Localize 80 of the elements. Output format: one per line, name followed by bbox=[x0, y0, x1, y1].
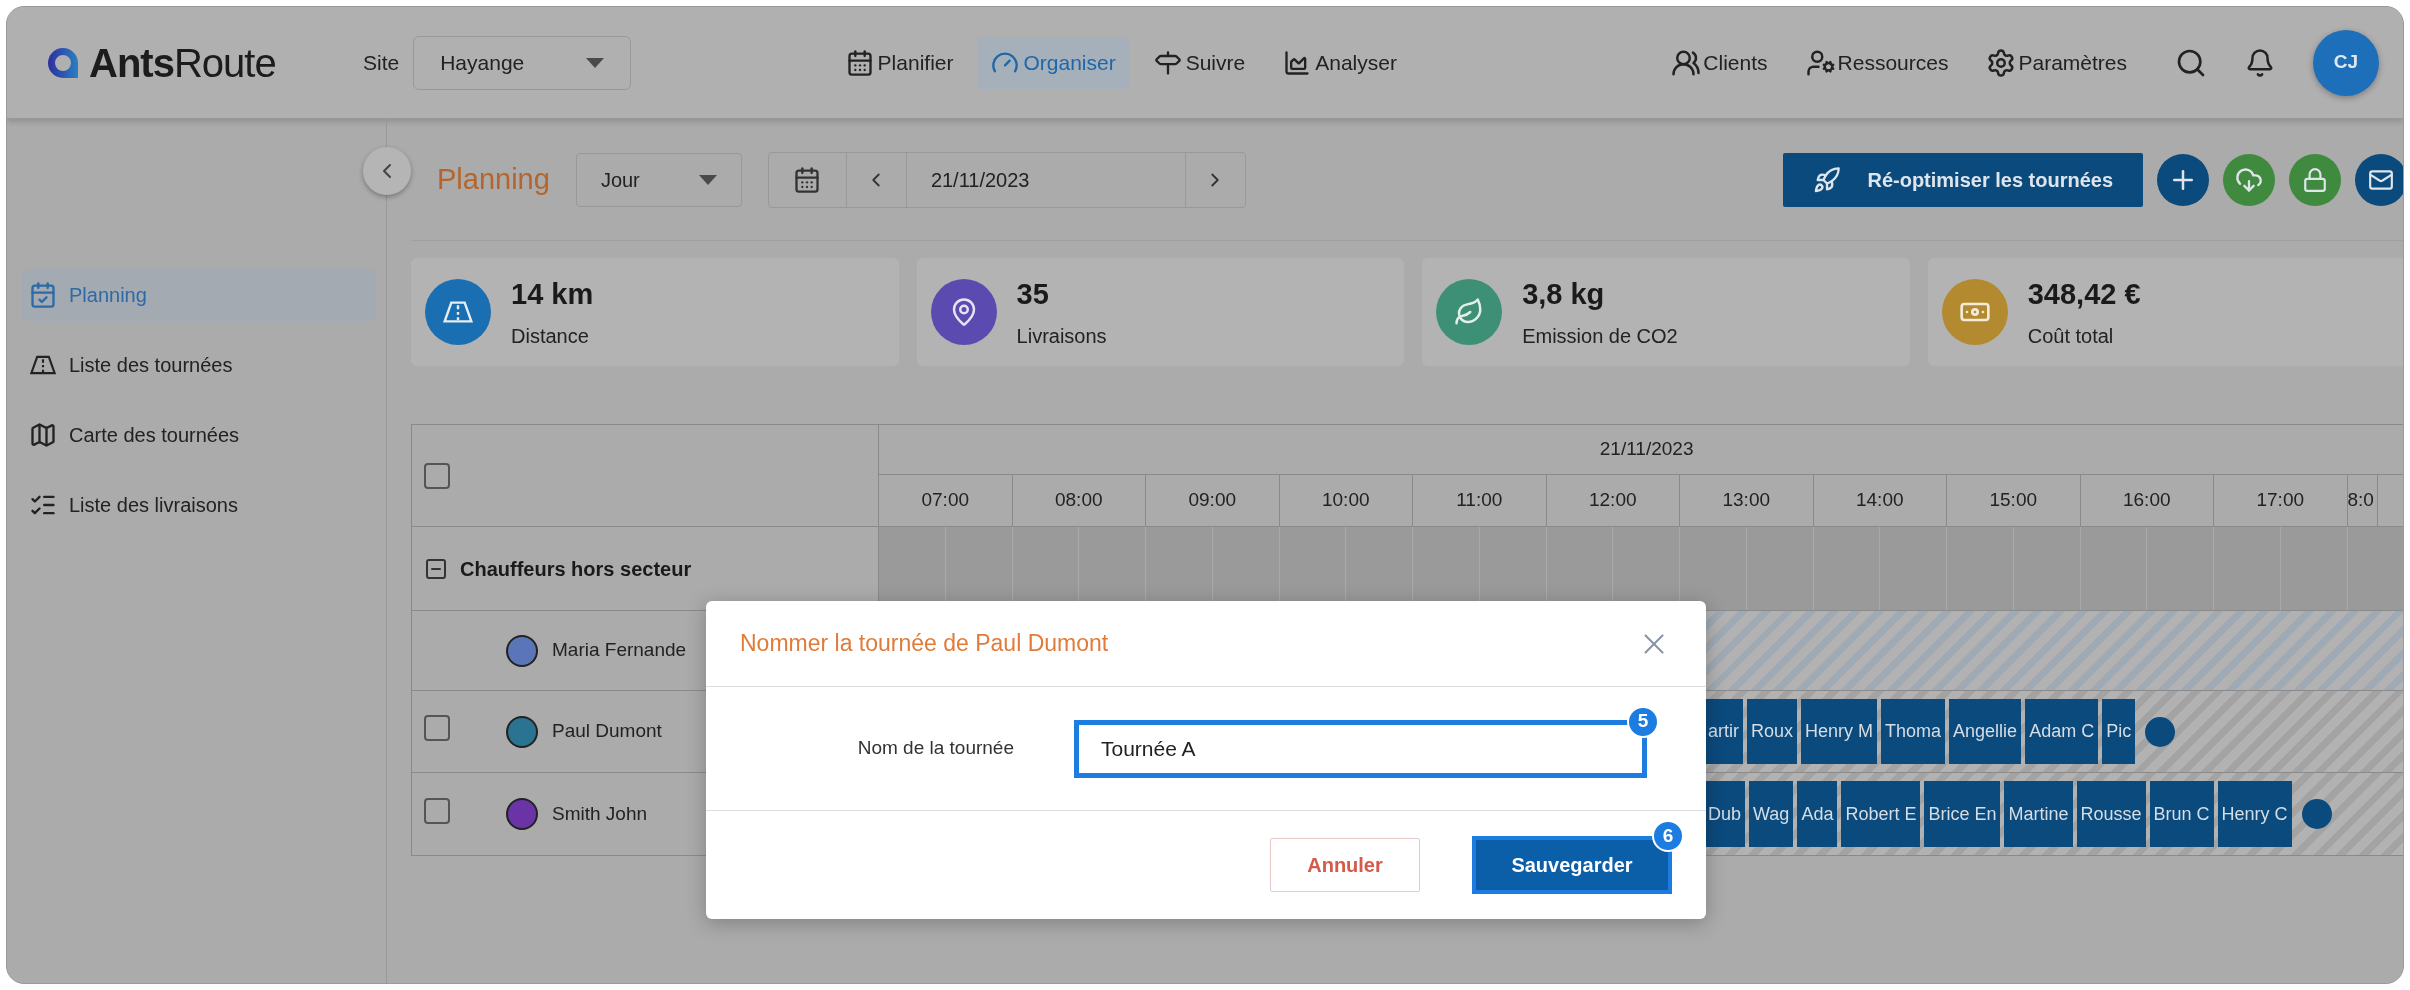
stat-label: Coût total bbox=[2027, 323, 2115, 349]
delivery-block[interactable]: Brice En bbox=[1924, 781, 2001, 847]
cancel-button[interactable]: Annuler bbox=[1270, 838, 1420, 892]
hour-label: 15:00 bbox=[1989, 488, 2037, 513]
delivery-block[interactable]: Henry M bbox=[1801, 699, 1878, 764]
collapse-sidebar-button[interactable] bbox=[363, 147, 411, 195]
rocket-icon bbox=[1813, 165, 1842, 194]
delivery-block[interactable]: artir bbox=[1704, 699, 1743, 764]
delivery-block[interactable]: Ada bbox=[1797, 781, 1838, 847]
hour-label: 07:00 bbox=[921, 488, 969, 513]
stat-value: 348,42 € bbox=[2027, 277, 2141, 313]
hour-label: 17:00 bbox=[2256, 488, 2304, 513]
hour-label: 08:00 bbox=[1054, 488, 1103, 513]
delivery-block[interactable]: Roux bbox=[1747, 699, 1798, 764]
timeline-date: 21/11/2023 bbox=[1599, 437, 1694, 462]
chart-icon bbox=[1283, 48, 1312, 77]
delivery-block[interactable]: Thoma bbox=[1881, 699, 1946, 764]
driver-name: Smith John bbox=[552, 801, 648, 826]
stat-value: 14 km bbox=[511, 277, 594, 313]
hour-label: 13:00 bbox=[1722, 488, 1770, 513]
logo-wordmark: AntsRoute bbox=[89, 39, 276, 87]
driver-name: Paul Dumont bbox=[552, 719, 662, 744]
step-badge: 6 bbox=[1652, 820, 1684, 852]
hour-label: 10:00 bbox=[1321, 488, 1370, 513]
stat-label: Distance bbox=[511, 323, 590, 349]
header-link[interactable]: Clients bbox=[1671, 46, 1768, 79]
nav-tab[interactable]: Analyser bbox=[1269, 36, 1411, 89]
delivery-block[interactable]: Angellie bbox=[1949, 699, 2022, 764]
checkbox[interactable] bbox=[424, 462, 450, 489]
driver-name: Maria Fernande bbox=[552, 638, 687, 663]
delivery-block[interactable]: Rousse bbox=[2076, 781, 2146, 847]
calendar-icon bbox=[845, 48, 874, 77]
header-link[interactable]: Paramètres bbox=[1986, 46, 2127, 79]
delivery-block[interactable]: Brun C bbox=[2149, 781, 2214, 847]
checkbox[interactable] bbox=[424, 797, 450, 824]
delivery-block[interactable]: Robert E bbox=[1841, 781, 1921, 847]
hour-label: 16:00 bbox=[2122, 488, 2171, 513]
sidebar-item[interactable]: Liste des tournées bbox=[21, 339, 376, 391]
site-label: Site bbox=[363, 49, 400, 76]
calendar-check-icon bbox=[29, 281, 57, 309]
signpost-icon bbox=[1153, 48, 1182, 77]
delivery-block[interactable]: Pic bbox=[2102, 699, 2136, 764]
caret-icon bbox=[698, 174, 717, 185]
view-dropdown[interactable]: Jour bbox=[575, 152, 742, 207]
sidebar-item[interactable]: Liste des livraisons bbox=[21, 479, 376, 531]
stat-label: Emission de CO2 bbox=[1522, 323, 1678, 349]
hour-label: 12:00 bbox=[1588, 488, 1637, 513]
hour-label: 14:00 bbox=[1855, 488, 1904, 513]
collapse-group-icon[interactable] bbox=[424, 556, 448, 581]
map-icon bbox=[29, 421, 57, 449]
stat-value: 3,8 kg bbox=[1522, 277, 1606, 313]
hour-label: 8:0 bbox=[2347, 488, 2374, 513]
step-badge: 5 bbox=[1627, 705, 1659, 738]
lock-icon bbox=[2302, 166, 2329, 193]
field-label: Nom de la tournée bbox=[856, 736, 1015, 761]
hour-label: 09:00 bbox=[1188, 488, 1236, 513]
stat-label: Livraisons bbox=[1016, 323, 1107, 349]
group-label: Chauffeurs hors secteur bbox=[460, 556, 692, 582]
caret-icon bbox=[586, 57, 605, 68]
email-button[interactable] bbox=[2355, 153, 2403, 206]
delivery-block[interactable]: Martine bbox=[2004, 781, 2073, 847]
header-link[interactable]: Ressources bbox=[1805, 46, 1949, 79]
dialog-title: Nommer la tournée de Paul Dumont bbox=[740, 629, 1109, 659]
delivery-block[interactable]: Adam C bbox=[2025, 699, 2099, 764]
notification-bell-icon[interactable] bbox=[2245, 47, 2275, 78]
user-avatar[interactable]: CJ bbox=[2313, 29, 2379, 96]
delivery-block[interactable]: Dub bbox=[1704, 781, 1746, 847]
settings-icon bbox=[1986, 47, 2017, 78]
cloud-download-icon bbox=[2235, 165, 2264, 194]
checkbox[interactable] bbox=[424, 715, 450, 741]
stat-value: 35 bbox=[1016, 277, 1050, 313]
site-dropdown[interactable]: Hayange bbox=[413, 35, 632, 90]
hour-label: 11:00 bbox=[1456, 488, 1503, 513]
delivery-block[interactable]: Henry C bbox=[2217, 781, 2292, 847]
page-title: Planning bbox=[437, 161, 550, 197]
nav-tab[interactable]: Suivre bbox=[1139, 36, 1260, 89]
sidebar-item[interactable]: Carte des tournées bbox=[21, 409, 376, 461]
nav-tab[interactable]: Planifier bbox=[831, 36, 968, 89]
delivery-block[interactable]: Wag bbox=[1749, 781, 1794, 847]
reoptimize-button[interactable]: Ré-optimiser les tournées bbox=[1783, 152, 2144, 207]
